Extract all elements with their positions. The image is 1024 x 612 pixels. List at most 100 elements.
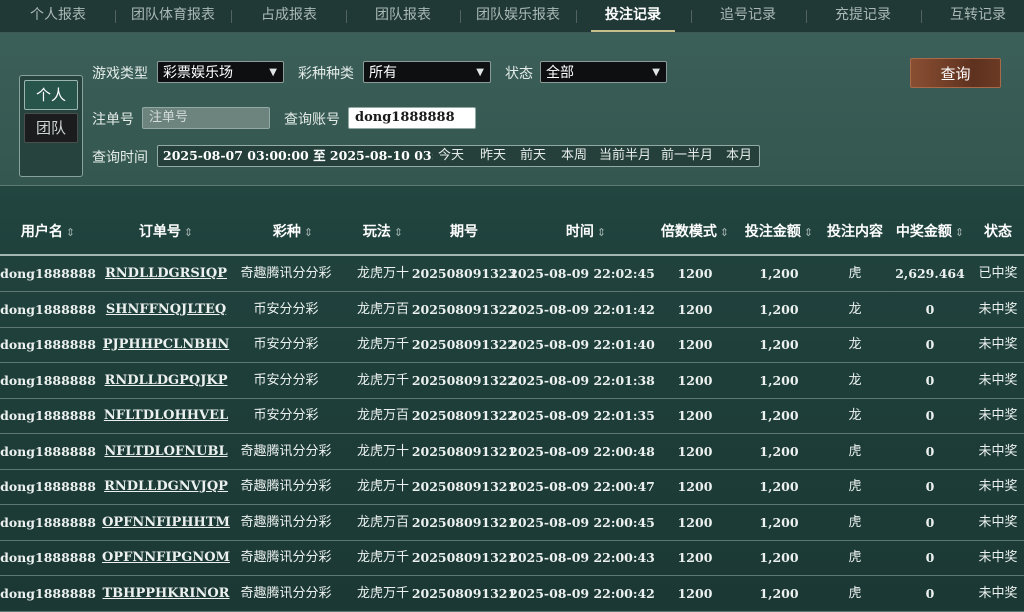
order-no-input[interactable]: 注单号 — [142, 107, 270, 129]
column-header-win-amount[interactable]: 中奖金额 ⇕ — [896, 210, 964, 254]
tab-team-entertainment-report[interactable]: 团队娱乐报表 — [476, 0, 560, 32]
cell-play: 龙虎万千 — [356, 585, 410, 601]
tab-share-report[interactable]: 占成报表 — [261, 0, 317, 32]
lottery-type-select[interactable]: 所有 ▼ — [363, 61, 491, 83]
column-header-multiplier[interactable]: 倍数模式 ⇕ — [661, 210, 729, 254]
cell-username: dong1888888 — [0, 443, 96, 459]
tab-personal-report[interactable]: 个人报表 — [30, 0, 86, 32]
cell-play: 龙虎万千 — [356, 550, 410, 565]
cell-lottery: 币安分分彩 — [253, 301, 319, 317]
order-number-link[interactable]: RNDLLDGRSIQP — [105, 256, 227, 291]
search-button[interactable]: 查询 — [910, 58, 1001, 88]
cell-time: 2025-08-09 22:00:47 — [509, 479, 655, 494]
tab-divider — [806, 10, 807, 23]
column-header-play[interactable]: 玩法 ⇕ — [363, 210, 403, 254]
table-row: dong1888888 OPFNNFIPHHTM 奇趣腾讯分分彩 龙虎万百 202508… — [0, 505, 1024, 541]
table-row: dong1888888 PJPHHPCLNBHN 币安分分彩 龙虎万千 20250809… — [0, 327, 1024, 363]
chevron-down-icon: ▼ — [476, 67, 484, 78]
cell-bet-amount: 1,200 — [759, 372, 799, 388]
cell-status: 未中奖 — [978, 479, 1018, 494]
cell-bet-amount: 1,200 — [759, 337, 799, 352]
cell-bet-content: 虎 — [848, 266, 862, 281]
game-type-label: 游戏类型 — [92, 66, 148, 82]
cell-username: dong1888888 — [0, 585, 96, 601]
cell-username: dong1888888 — [0, 301, 96, 317]
cell-time: 2025-08-09 22:01:42 — [509, 301, 655, 317]
tab-divider — [691, 10, 692, 23]
sort-icon: ⇕ — [393, 226, 404, 239]
tab-deposit-withdraw-records[interactable]: 充提记录 — [835, 0, 891, 32]
scope-personal-button[interactable]: 个人 — [24, 80, 78, 110]
quick-yesterday[interactable]: 昨天 — [480, 146, 506, 166]
cell-win-amount: 0 — [925, 514, 935, 530]
cell-win-amount: 0 — [925, 301, 935, 317]
order-number-link[interactable]: RNDLLDGNVJQP — [104, 469, 228, 504]
column-header-lottery[interactable]: 彩种 ⇕ — [273, 210, 313, 254]
order-number-link[interactable]: TBHPPHKRINOR — [103, 576, 230, 611]
cell-time: 2025-08-09 22:02:45 — [509, 266, 655, 281]
quick-today[interactable]: 今天 — [438, 146, 464, 166]
order-number-link[interactable]: NFLTDLOHHVEL — [104, 398, 228, 433]
order-number-link[interactable]: PJPHHPCLNBHN — [103, 327, 230, 362]
cell-username: dong1888888 — [0, 479, 96, 494]
column-header-username[interactable]: 用户名 ⇕ — [21, 210, 75, 254]
cell-bet-amount: 1,200 — [759, 443, 799, 459]
query-time-label: 查询时间 — [92, 150, 148, 166]
order-number-link[interactable]: OPFNNFIPGNOM — [102, 540, 230, 575]
cell-bet-amount: 1,200 — [759, 266, 799, 281]
tab-transfer-records[interactable]: 互转记录 — [950, 0, 1006, 32]
cell-bet-amount: 1,200 — [759, 585, 799, 601]
cell-play: 龙虎万十 — [356, 479, 410, 494]
order-number-link[interactable]: NFLTDLOFNUBL — [104, 434, 227, 469]
cell-multiplier: 1200 — [677, 337, 713, 352]
column-header-bet-amount[interactable]: 投注金额 ⇕ — [745, 210, 813, 254]
cell-time: 2025-08-09 22:00:45 — [509, 514, 655, 530]
tab-team-sports-report[interactable]: 团队体育报表 — [131, 0, 215, 32]
query-time-field: 2025-08-07 03:00:00 至 2025-08-10 03:00:0… — [157, 145, 760, 167]
cell-username: dong1888888 — [0, 550, 96, 565]
account-label: 查询账号 — [284, 112, 340, 128]
tab-team-report[interactable]: 团队报表 — [375, 0, 431, 32]
sort-icon: ⇕ — [803, 226, 814, 239]
column-header-order-no[interactable]: 订单号 ⇕ — [139, 210, 193, 254]
tab-chase-records[interactable]: 追号记录 — [720, 0, 776, 32]
tab-divider — [231, 10, 232, 23]
column-header-time[interactable]: 时间 ⇕ — [566, 210, 606, 254]
order-number-link[interactable]: RNDLLDGPQJKP — [105, 363, 228, 398]
cell-issue: 202508091321 — [411, 550, 517, 565]
cell-bet-amount: 1,200 — [759, 514, 799, 530]
cell-bet-content: 龙 — [848, 372, 862, 388]
order-no-label: 注单号 — [92, 112, 134, 128]
tab-divider — [115, 10, 116, 23]
quick-previous-half-month[interactable]: 前一半月 — [661, 146, 713, 166]
cell-play: 龙虎万百 — [356, 514, 410, 530]
sort-icon: ⇕ — [303, 226, 314, 239]
account-input[interactable]: dong1888888 — [348, 107, 476, 129]
game-type-select[interactable]: 彩票娱乐场 ▼ — [157, 61, 284, 83]
cell-bet-content: 虎 — [848, 514, 862, 530]
quick-this-week[interactable]: 本周 — [561, 146, 587, 166]
sort-icon: ⇕ — [183, 226, 194, 239]
cell-time: 2025-08-09 22:00:48 — [509, 443, 655, 459]
cell-multiplier: 1200 — [677, 408, 713, 423]
lottery-type-label: 彩种种类 — [298, 66, 354, 82]
cell-bet-content: 虎 — [848, 550, 862, 565]
quick-this-month[interactable]: 本月 — [726, 146, 752, 166]
cell-username: dong1888888 — [0, 337, 96, 352]
status-select[interactable]: 全部 ▼ — [540, 61, 667, 83]
date-range-input[interactable]: 2025-08-07 03:00:00 至 2025-08-10 03:00:0… — [163, 146, 433, 166]
quick-day-before[interactable]: 前天 — [520, 146, 546, 166]
table-row: dong1888888 NFLTDLOHHVEL 币安分分彩 龙虎万百 20250809… — [0, 398, 1024, 434]
order-number-link[interactable]: OPFNNFIPHHTM — [102, 505, 230, 540]
order-number-link[interactable]: SHNFFNQJLTEQ — [106, 292, 226, 327]
cell-bet-content: 虎 — [848, 443, 862, 459]
scope-team-button[interactable]: 团队 — [24, 113, 78, 143]
cell-issue: 202508091321 — [411, 443, 517, 459]
quick-current-half-month[interactable]: 当前半月 — [599, 146, 651, 166]
tab-divider — [576, 10, 577, 23]
cell-win-amount: 0 — [925, 337, 935, 352]
cell-lottery: 奇趣腾讯分分彩 — [240, 514, 332, 530]
tab-bet-records[interactable]: 投注记录 — [591, 0, 675, 32]
sort-icon: ⇕ — [65, 226, 76, 239]
cell-status: 未中奖 — [978, 301, 1018, 317]
